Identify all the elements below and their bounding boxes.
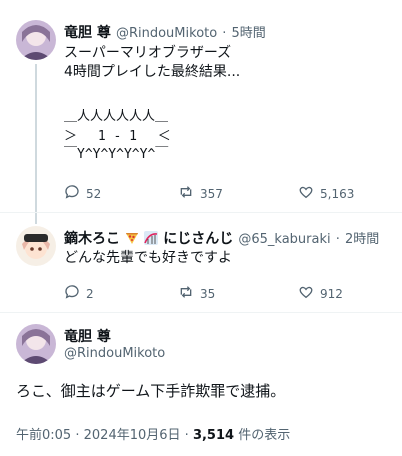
reply-icon	[64, 284, 86, 303]
heart-icon	[298, 284, 320, 303]
separator-dot: ·	[75, 428, 80, 443]
divider	[0, 312, 402, 313]
divider	[0, 212, 402, 213]
retweet-icon	[178, 284, 200, 303]
tweet-text-line-2: 4時間プレイした最終結果...	[64, 64, 241, 80]
post-date[interactable]: 2024年10月6日	[84, 428, 181, 443]
like-button[interactable]: 912	[298, 284, 343, 303]
view-count: 3,514	[192, 428, 235, 443]
like-count: 912	[320, 286, 343, 301]
reply-count: 2	[86, 286, 94, 301]
author-name[interactable]: 竜胆 尊	[64, 25, 111, 41]
avatar-kaburaki[interactable]	[16, 226, 56, 266]
tweet-time[interactable]: 2時間	[345, 232, 379, 247]
retweet-count: 357	[200, 186, 223, 201]
separator-dot: ·	[184, 428, 189, 443]
author-handle[interactable]: @RindouMikoto	[64, 346, 165, 361]
main-tweet-text: ろこ、御主はゲーム下手詐欺罪で逮捕。	[16, 382, 286, 400]
retweet-button[interactable]: 35	[178, 284, 215, 303]
separator-dot: ·	[222, 26, 227, 41]
thread-connector	[35, 64, 37, 224]
pizza-icon	[125, 230, 139, 244]
tweet-text: どんな先輩でも好きですよ	[64, 250, 232, 266]
author-handle[interactable]: @65_kaburaki	[238, 232, 330, 247]
retweet-icon	[178, 184, 200, 203]
avatar-rindou[interactable]	[16, 20, 56, 60]
reply-icon	[64, 184, 86, 203]
reply-button[interactable]: 2	[64, 284, 94, 303]
author-handle[interactable]: @RindouMikoto	[116, 26, 217, 41]
retweet-count: 35	[200, 286, 216, 301]
post-time[interactable]: 午前0:05	[16, 428, 71, 443]
reply-button[interactable]: 52	[64, 184, 101, 203]
view-count-label: 件の表示	[238, 428, 291, 443]
author-name-suffix[interactable]: にじさんじ	[163, 231, 233, 247]
separator-dot: ·	[335, 232, 340, 247]
author-name[interactable]: 竜胆 尊	[64, 326, 111, 346]
tweet-text-line-1: スーパーマリオブラザーズ	[64, 45, 232, 61]
tweet-time[interactable]: 5時間	[232, 26, 266, 41]
retweet-button[interactable]: 357	[178, 184, 223, 203]
heart-icon	[298, 184, 320, 203]
ascii-art-line-3: ￣Y^Y^Y^Y^Y^￣	[64, 147, 169, 162]
like-button[interactable]: 5,163	[298, 184, 354, 203]
ascii-art-line-2: ＞ 1 - 1 ＜	[64, 129, 171, 144]
rollercoaster-icon	[144, 230, 159, 245]
like-count: 5,163	[320, 186, 355, 201]
ascii-art-line-1: ＿人人人人人人＿	[64, 109, 169, 124]
reply-count: 52	[86, 186, 102, 201]
avatar-rindou[interactable]	[16, 324, 56, 364]
author-name[interactable]: 鏑木ろこ	[64, 231, 120, 247]
